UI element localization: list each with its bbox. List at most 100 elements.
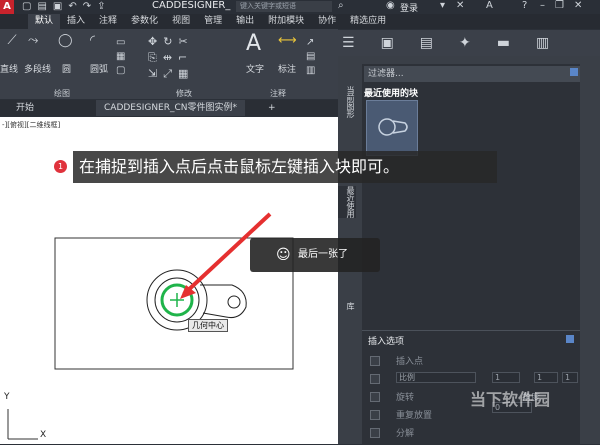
markup-icon[interactable]: ▥ <box>306 64 315 78</box>
scale-checkbox[interactable] <box>370 374 380 384</box>
circle-tool-label: 圆 <box>62 65 72 75</box>
quick-access-toolbar: ▢▤▣↶↷⇪ <box>22 1 142 13</box>
line-tool-label: 直线 <box>0 65 19 75</box>
tab-featured-apps[interactable]: 精选应用 <box>343 14 393 29</box>
clipboard-icon[interactable]: ▥ <box>536 35 575 51</box>
annotate-extra-tools: ↗ ▤ ▥ <box>306 36 315 78</box>
repeat-placement-checkbox[interactable] <box>370 410 380 420</box>
search-icon[interactable]: ⌕ <box>338 0 344 11</box>
dimension-tool-label: 标注 <box>278 65 297 75</box>
step-number-badge: 1 <box>54 160 67 173</box>
leader-icon[interactable]: ↗ <box>306 36 315 50</box>
insert-point-checkbox[interactable] <box>370 356 380 366</box>
tab-library[interactable]: 库 <box>338 302 356 310</box>
rectangle-icon[interactable]: ▭ <box>116 36 125 50</box>
share-icon[interactable]: ⇪ <box>97 1 111 12</box>
login-link[interactable]: 登录 <box>400 1 418 14</box>
exchange-icon[interactable]: ✕ <box>456 0 464 11</box>
utilities-icon[interactable]: ▬ <box>497 35 536 51</box>
layers-icon[interactable]: ☰ <box>342 35 381 51</box>
table-icon[interactable]: ▤ <box>306 50 315 64</box>
undo-icon[interactable]: ↶ <box>68 1 82 12</box>
polyline-tool-label: 多段线 <box>24 65 52 75</box>
repeat-placement-label: 重复放置 <box>396 411 433 421</box>
open-icon[interactable]: ▤ <box>37 1 52 12</box>
text-icon: A <box>246 31 262 56</box>
polyline-icon: ⤳ <box>28 33 39 48</box>
scale-x-input[interactable]: 1 <box>492 372 520 383</box>
block-icon[interactable]: ▣ <box>381 35 420 51</box>
restore-icon[interactable]: ❐ <box>555 0 574 11</box>
close-icon[interactable]: ✕ <box>574 0 592 11</box>
new-icon[interactable]: ▢ <box>22 1 37 12</box>
circle-tool[interactable]: ◯ <box>58 34 73 47</box>
hatch-icon[interactable]: ▦ <box>116 50 125 64</box>
array-icon[interactable]: ▦ <box>178 67 194 80</box>
tab-collaborate[interactable]: 协作 <box>311 14 343 29</box>
trim-icon[interactable]: ✂ <box>178 35 193 48</box>
insert-point-label: 插入点 <box>396 357 424 367</box>
toast-text: 最后一张了 <box>298 249 348 260</box>
tab-home[interactable]: 默认 <box>28 14 61 29</box>
tab-insert[interactable]: 插入 <box>60 14 92 29</box>
copy-icon[interactable]: ⎘ <box>148 51 163 64</box>
move-icon[interactable]: ✥ <box>148 35 163 48</box>
line-tool[interactable]: ⟋ <box>2 34 22 47</box>
modify-tools: ✥↻✂ ⎘⇹⌐ ⇲⤢▦ <box>148 34 194 82</box>
text-tool[interactable]: A <box>246 32 261 56</box>
last-slide-toast: ☺ 最后一张了 <box>250 238 380 272</box>
tab-manage[interactable]: 管理 <box>197 14 229 29</box>
user-icon[interactable]: ◉ <box>386 0 395 11</box>
block-thumbnail[interactable] <box>366 100 418 156</box>
autodesk-icon[interactable]: A <box>486 0 493 11</box>
stretch-icon[interactable]: ⇲ <box>148 67 163 80</box>
scale-mode-select[interactable]: 比例 <box>396 372 476 383</box>
annotate-group-label: 注释 <box>270 89 286 98</box>
draw-extra-tools: ▭ ▦ ▢ <box>116 36 125 78</box>
scale-icon[interactable]: ⤢ <box>163 67 178 80</box>
file-tab-bar: 开始 CADDESIGNER_CN零件图实例* + <box>0 100 340 116</box>
tab-view[interactable]: 视图 <box>165 14 197 29</box>
save-icon[interactable]: ▣ <box>53 1 68 12</box>
filter-dropdown-icon[interactable] <box>570 68 578 76</box>
minimize-icon[interactable]: – <box>540 0 555 11</box>
cart-icon[interactable]: ▾ <box>440 0 445 11</box>
new-tab-button[interactable]: + <box>260 100 284 116</box>
app-logo[interactable]: A <box>0 0 14 14</box>
redo-icon[interactable]: ↷ <box>83 1 97 12</box>
axis-y-label: Y <box>4 392 10 402</box>
dimension-tool[interactable]: ⟷ <box>278 34 297 47</box>
mirror-icon[interactable]: ⇹ <box>163 51 178 64</box>
rotate-checkbox[interactable] <box>370 392 380 402</box>
tab-addins[interactable]: 附加模块 <box>261 14 311 29</box>
tab-current-drawing[interactable]: 当前图形 <box>338 86 356 118</box>
explode-checkbox[interactable] <box>370 428 380 438</box>
fillet-icon[interactable]: ⌐ <box>178 51 193 64</box>
region-icon[interactable]: ▢ <box>116 64 125 78</box>
axis-x-label: X <box>40 430 47 440</box>
scale-y-input[interactable]: 1 <box>534 372 558 383</box>
arc-tool[interactable]: ◜ <box>90 34 95 47</box>
tab-recent[interactable]: 最近使用 <box>338 186 356 218</box>
tab-output[interactable]: 输出 <box>229 14 261 29</box>
tab-start[interactable]: 开始 <box>8 100 42 116</box>
block-preview-icon <box>378 118 408 136</box>
dimension-icon: ⟷ <box>278 33 297 48</box>
groups-icon[interactable]: ✦ <box>459 35 497 51</box>
instruction-callout: 在捕捉到插入点后点击鼠标左键插入块即可。 <box>73 151 497 183</box>
insert-options-collapse-icon[interactable] <box>566 335 574 343</box>
recent-blocks-heading: 最近使用的块 <box>364 89 419 99</box>
document-title: CADDESIGNER_ <box>152 0 231 11</box>
scale-z-input[interactable]: 1 <box>562 372 578 383</box>
tab-drawing[interactable]: CADDESIGNER_CN零件图实例* <box>96 100 246 116</box>
polyline-tool[interactable]: ⤳ <box>28 34 38 47</box>
tab-parametric[interactable]: 参数化 <box>124 14 165 29</box>
filter-input[interactable]: 过滤器... <box>364 66 580 82</box>
search-input[interactable]: 键入关键字或短语 <box>236 1 332 12</box>
help-icon[interactable]: ? <box>522 0 527 11</box>
tab-annotate[interactable]: 注释 <box>92 14 124 29</box>
arc-icon: ◜ <box>90 33 96 48</box>
line-icon: ⟋ <box>7 33 17 48</box>
properties-icon[interactable]: ▤ <box>420 35 459 51</box>
rotate-icon[interactable]: ↻ <box>163 35 178 48</box>
